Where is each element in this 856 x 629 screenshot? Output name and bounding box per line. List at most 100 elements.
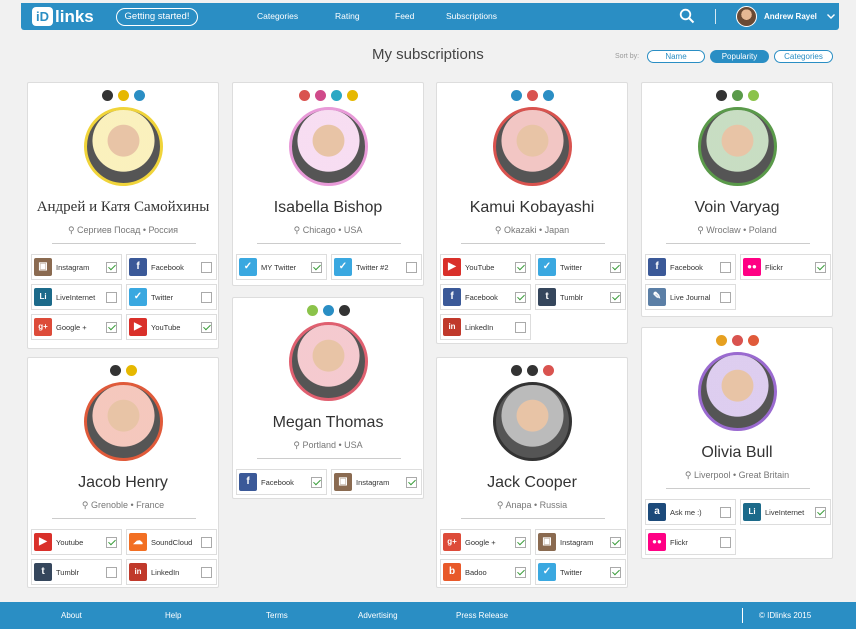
- eyes-icon[interactable]: [338, 305, 350, 316]
- service-link[interactable]: f Facebook: [645, 254, 736, 280]
- profile-name[interactable]: Андрей и Катя Самойхины: [28, 199, 218, 216]
- subscribe-checkbox[interactable]: [515, 536, 526, 548]
- service-link[interactable]: t Tumblr: [31, 559, 122, 585]
- service-link[interactable]: ✓ MY Twitter: [236, 254, 327, 280]
- plane-icon[interactable]: [133, 90, 145, 101]
- profile-card[interactable]: Kamui Kobayashi ⚲ Okazaki • Japan ▶ YouTube…: [436, 82, 628, 344]
- glasses-icon[interactable]: [747, 335, 759, 346]
- headphones-icon[interactable]: [298, 90, 310, 101]
- service-link[interactable]: ▶ Youtube: [31, 529, 122, 555]
- subscribe-checkbox[interactable]: [720, 291, 731, 303]
- service-link[interactable]: b Badoo: [440, 559, 531, 585]
- subscribe-checkbox[interactable]: [720, 261, 731, 273]
- subscribe-checkbox[interactable]: [610, 291, 621, 303]
- service-link[interactable]: ▶ YouTube: [440, 254, 531, 280]
- subscribe-checkbox[interactable]: [106, 566, 117, 578]
- getting-started-button[interactable]: Getting started!: [116, 8, 198, 26]
- car-icon[interactable]: [526, 90, 538, 101]
- plane-icon[interactable]: [542, 90, 554, 101]
- subscribe-checkbox[interactable]: [610, 566, 621, 578]
- profile-name[interactable]: Megan Thomas: [233, 414, 423, 432]
- service-link[interactable]: ✎ Live Journal: [645, 284, 736, 310]
- service-link[interactable]: g+ Google +: [440, 529, 531, 555]
- service-link[interactable]: ✓ Twitter: [535, 254, 626, 280]
- profile-name[interactable]: Jack Cooper: [437, 474, 627, 492]
- sort-by-categories-button[interactable]: Categories: [774, 50, 833, 63]
- drop-icon[interactable]: [510, 90, 522, 101]
- heart-icon[interactable]: [542, 365, 554, 376]
- subscribe-checkbox[interactable]: [201, 536, 212, 548]
- sort-by-popularity-button[interactable]: Popularity: [710, 50, 769, 63]
- profile-card[interactable]: Андрей и Катя Самойхины ⚲ Сергиев Посад •…: [27, 82, 219, 349]
- user-name[interactable]: Andrew Rayel: [764, 12, 817, 21]
- eyes-icon[interactable]: [510, 365, 522, 376]
- profile-photo[interactable]: [289, 107, 368, 186]
- logo[interactable]: iD links: [32, 6, 94, 27]
- subscribe-checkbox[interactable]: [106, 261, 117, 273]
- footer-about-link[interactable]: About: [61, 611, 82, 620]
- eyes-icon[interactable]: [101, 90, 113, 101]
- service-link[interactable]: in LinkedIn: [126, 559, 217, 585]
- service-link[interactable]: ●● Flickr: [740, 254, 831, 280]
- footer-advertising-link[interactable]: Advertising: [358, 611, 398, 620]
- subscribe-checkbox[interactable]: [815, 506, 826, 518]
- skull-icon[interactable]: [526, 365, 538, 376]
- service-link[interactable]: ▣ Instagram: [535, 529, 626, 555]
- service-link[interactable]: ▶ YouTube: [126, 314, 217, 340]
- subscribe-checkbox[interactable]: [515, 261, 526, 273]
- leaf-icon[interactable]: [747, 90, 759, 101]
- footer-terms-link[interactable]: Terms: [266, 611, 288, 620]
- service-link[interactable]: Li LiveInternet: [31, 284, 122, 310]
- game-icon[interactable]: [731, 90, 743, 101]
- nav-feed[interactable]: Feed: [395, 11, 414, 21]
- subscribe-checkbox[interactable]: [515, 291, 526, 303]
- service-link[interactable]: f Facebook: [440, 284, 531, 310]
- footer-help-link[interactable]: Help: [165, 611, 181, 620]
- chevron-down-icon[interactable]: [826, 11, 836, 21]
- profile-photo[interactable]: [84, 382, 163, 461]
- profile-photo[interactable]: [698, 352, 777, 431]
- headphones-icon[interactable]: [731, 335, 743, 346]
- service-link[interactable]: ✓ Twitter: [126, 284, 217, 310]
- profile-name[interactable]: Kamui Kobayashi: [437, 199, 627, 217]
- profile-card[interactable]: Jack Cooper ⚲ Anapa • Russia g+ Google + ▣ In…: [436, 357, 628, 588]
- profile-name[interactable]: Jacob Henry: [28, 474, 218, 492]
- chat-icon[interactable]: [715, 335, 727, 346]
- nav-categories[interactable]: Categories: [257, 11, 298, 21]
- profile-photo[interactable]: [493, 107, 572, 186]
- nav-subscriptions[interactable]: Subscriptions: [446, 11, 497, 21]
- nav-rating[interactable]: Rating: [335, 11, 360, 21]
- graduation-cap-icon[interactable]: [117, 90, 129, 101]
- profile-photo[interactable]: [84, 107, 163, 186]
- profile-card[interactable]: Voin Varyag ⚲ Wroclaw • Poland f Facebook ●●…: [641, 82, 833, 317]
- subscribe-checkbox[interactable]: [720, 506, 731, 518]
- chat-icon[interactable]: [322, 305, 334, 316]
- smile-icon[interactable]: [346, 90, 358, 101]
- graduation-cap-icon[interactable]: [125, 365, 137, 376]
- sparkle-icon[interactable]: [314, 90, 326, 101]
- leaf-icon[interactable]: [306, 305, 318, 316]
- subscribe-checkbox[interactable]: [815, 261, 826, 273]
- service-link[interactable]: Li LiveInternet: [740, 499, 831, 525]
- service-link[interactable]: in LinkedIn: [440, 314, 531, 340]
- subscribe-checkbox[interactable]: [515, 321, 526, 333]
- profile-photo[interactable]: [493, 382, 572, 461]
- service-link[interactable]: f Facebook: [236, 469, 327, 495]
- subscribe-checkbox[interactable]: [311, 476, 322, 488]
- service-link[interactable]: t Tumblr: [535, 284, 626, 310]
- subscribe-checkbox[interactable]: [720, 536, 731, 548]
- subscribe-checkbox[interactable]: [106, 291, 117, 303]
- subscribe-checkbox[interactable]: [311, 261, 322, 273]
- profile-photo[interactable]: [698, 107, 777, 186]
- service-link[interactable]: f Facebook: [126, 254, 217, 280]
- footer-press-release-link[interactable]: Press Release: [456, 611, 508, 620]
- subscribe-checkbox[interactable]: [610, 536, 621, 548]
- sort-by-name-button[interactable]: Name: [647, 50, 705, 63]
- profile-name[interactable]: Isabella Bishop: [233, 199, 423, 217]
- subscribe-checkbox[interactable]: [201, 321, 212, 333]
- service-link[interactable]: a Ask me :): [645, 499, 736, 525]
- service-link[interactable]: ✓ Twitter #2: [331, 254, 422, 280]
- profile-card[interactable]: Isabella Bishop ⚲ Chicago • USA ✓ MY Twitte…: [232, 82, 424, 286]
- profile-card[interactable]: Jacob Henry ⚲ Grenoble • France ▶ Youtube ☁ S…: [27, 357, 219, 588]
- subscribe-checkbox[interactable]: [406, 476, 417, 488]
